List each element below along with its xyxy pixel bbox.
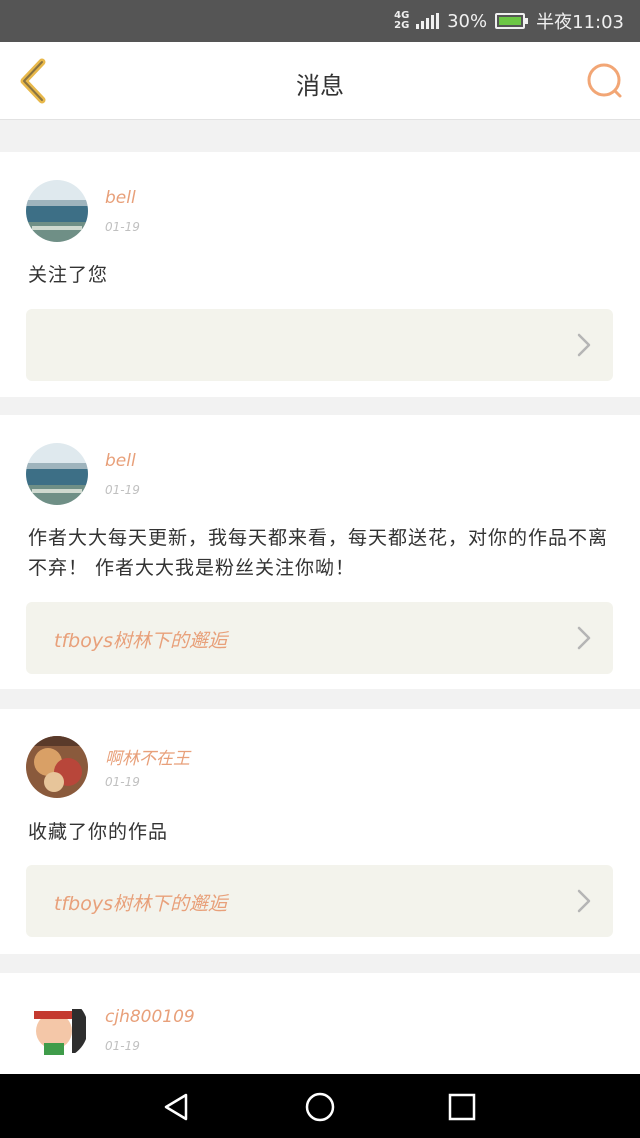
avatar[interactable] — [26, 443, 88, 505]
status-bar: 4G 2G 30% 半夜11:03 — [0, 0, 640, 42]
timestamp: 01-19 — [105, 775, 140, 789]
work-link[interactable] — [26, 309, 613, 381]
avatar[interactable] — [26, 180, 88, 242]
network-indicator: 4G 2G — [394, 11, 410, 31]
signal-icon — [416, 13, 440, 29]
circle-home-icon — [305, 1092, 335, 1122]
square-recents-icon — [448, 1093, 476, 1121]
notification-card: cjh800109 01-19 — [0, 973, 640, 1074]
avatar[interactable] — [26, 736, 88, 798]
system-back-button[interactable] — [160, 1090, 194, 1124]
notification-card: bell 01-19 关注了您 — [0, 152, 640, 397]
chevron-right-icon — [577, 333, 591, 357]
chevron-right-icon — [577, 889, 591, 913]
work-link[interactable]: tfboys树林下的邂逅 — [26, 602, 613, 674]
timestamp: 01-19 — [105, 220, 140, 234]
notification-card: bell 01-19 作者大大每天更新，我每天都来看，每天都送花，对你的作品不离… — [0, 415, 640, 689]
notification-list[interactable]: bell 01-19 关注了您 bell 01-19 作者大大每天更新，我每天都… — [0, 121, 640, 1074]
work-title: tfboys树林下的邂逅 — [54, 893, 227, 915]
notification-card: 啊林不在王 01-19 收藏了你的作品 tfboys树林下的邂逅 — [0, 709, 640, 954]
chevron-right-icon — [577, 626, 591, 650]
search-icon — [587, 63, 622, 98]
system-navigation-bar — [0, 1074, 640, 1138]
system-home-button[interactable] — [303, 1090, 337, 1124]
user-name[interactable]: bell — [105, 188, 136, 208]
timestamp: 01-19 — [105, 483, 140, 497]
message-text: 关注了您 — [28, 264, 109, 286]
network-2g-label: 2G — [394, 20, 410, 31]
avatar[interactable] — [26, 997, 88, 1059]
work-link[interactable]: tfboys树林下的邂逅 — [26, 865, 613, 937]
battery-icon — [495, 13, 529, 29]
battery-percent: 30% — [447, 10, 488, 32]
message-text: 收藏了你的作品 — [28, 821, 169, 843]
search-button[interactable] — [584, 60, 626, 102]
system-recents-button[interactable] — [445, 1090, 479, 1124]
triangle-back-icon — [164, 1093, 188, 1121]
user-name[interactable]: 啊林不在王 — [105, 744, 190, 769]
page-title: 消息 — [296, 72, 344, 100]
header: 消息 — [0, 42, 640, 120]
user-name[interactable]: bell — [105, 451, 136, 471]
user-name[interactable]: cjh800109 — [105, 1007, 195, 1027]
message-text: 作者大大每天更新，我每天都来看，每天都送花，对你的作品不离不弃！ 作者大大我是粉… — [28, 527, 609, 579]
timestamp: 01-19 — [105, 1039, 140, 1053]
work-title: tfboys树林下的邂逅 — [54, 630, 227, 652]
clock: 半夜11:03 — [536, 12, 624, 33]
